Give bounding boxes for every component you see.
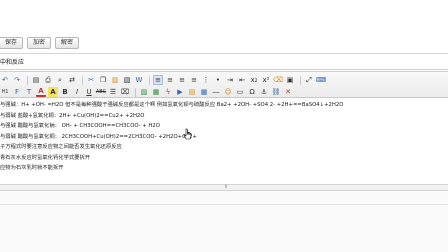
underline-icon[interactable]: U	[84, 87, 94, 97]
align-justify-icon[interactable]: ≡	[189, 75, 199, 85]
unlink-icon[interactable]: ✕	[283, 87, 293, 97]
strikethrough-icon[interactable]: ABC	[96, 87, 106, 97]
mouse-cursor-icon	[183, 128, 192, 140]
table-icon[interactable]: ▦	[199, 87, 209, 97]
unordered-list-icon[interactable]: •	[213, 75, 223, 85]
emoticon-icon[interactable]: ☺	[223, 87, 233, 97]
fullscreen-icon[interactable]: ⤢	[304, 75, 314, 85]
paste-icon[interactable]: ▥	[110, 75, 120, 85]
superscript-icon[interactable]: x²	[261, 75, 271, 85]
ordered-list-icon[interactable]: ⋮	[201, 75, 211, 85]
search-icon[interactable]: ⌕	[55, 75, 65, 85]
content-line: 与强碱：H+ +OH- =H2O 但不是每种强酸于强碱反应都是这个啊 例如氢氧化…	[0, 102, 344, 108]
align-right-icon[interactable]: ≡	[177, 75, 187, 85]
editor-toolbar: ↶ ↷ ▤ ⎙ ⌕ ⇄ ✂ ❐ ▥ ▧ W ≡ ≡ ≡ ≡ ⋮ • ⇥ ⇤ x₂ x² ⌫ ▣ ⤢ ⌨ H1 F T A A B I U ABC…	[0, 71, 448, 98]
encrypt-button[interactable]: 加密	[27, 37, 52, 49]
editor-content[interactable]: 与强碱：H+ +OH- =H2O 但不是每种强酸于强碱反应都是这个啊 例如氢氧化…	[0, 99, 448, 184]
image-icon[interactable]: ▨	[139, 87, 149, 97]
align-left-icon[interactable]: ≡	[153, 75, 163, 85]
cut-icon[interactable]: ✂	[86, 75, 96, 85]
bottom-area	[0, 191, 448, 252]
copy-icon[interactable]: ❐	[98, 75, 108, 85]
replace-icon[interactable]: ⇄	[67, 75, 77, 85]
content-line: 青石灰水反应时氢氧化钙化学式要拆开	[0, 154, 91, 161]
special-char-icon[interactable]: Ω	[247, 87, 257, 97]
resize-handle[interactable]: ⇕	[0, 184, 448, 191]
select-all-icon[interactable]: ▣	[285, 75, 295, 85]
divider	[0, 53, 448, 54]
page-break-icon[interactable]: ▭	[235, 87, 245, 97]
note-title-input[interactable]: 中和反应	[0, 57, 448, 70]
clear-format-icon[interactable]: ⌫	[273, 75, 283, 85]
remove-format-icon[interactable]: ⌧	[120, 87, 130, 97]
print-icon[interactable]: ⎙	[43, 75, 53, 85]
save-button[interactable]: 保存	[0, 37, 24, 49]
indent-icon[interactable]: ⇥	[225, 75, 235, 85]
undo-icon[interactable]: ↶	[0, 75, 10, 85]
align-center-icon[interactable]: ≡	[165, 75, 175, 85]
media-icon[interactable]: ▶	[175, 87, 185, 97]
insert-file-icon[interactable]: ▤	[187, 87, 197, 97]
subscript-icon[interactable]: x₂	[249, 75, 259, 85]
top-area	[0, 0, 448, 30]
italic-icon[interactable]: I	[72, 87, 82, 97]
toolbar-separator	[149, 75, 150, 85]
line-height-icon[interactable]: ☰	[108, 87, 118, 97]
toolbar-separator	[27, 75, 28, 85]
toolbar-row-2: H1 F T A A B I U ABC ☰ ⌧ ▨ ▦ ϟ ▶ ▤ ▦ ― ☺ ▭ Ω ⚓ ⛓ ✕	[0, 86, 295, 98]
toolbar-separator	[82, 75, 83, 85]
multi-image-icon[interactable]: ▦	[151, 87, 161, 97]
decrypt-button[interactable]: 解密	[55, 37, 80, 49]
toolbar-separator	[135, 87, 136, 97]
outdent-icon[interactable]: ⇤	[237, 75, 247, 85]
bold-icon[interactable]: B	[60, 87, 70, 97]
content-line: 子方程式时要注意反应物之间能否发生氧化还原反应	[0, 144, 122, 150]
toolbar-separator	[300, 75, 301, 85]
action-buttons: 保存 加密 解密	[0, 36, 83, 50]
redo-icon[interactable]: ↷	[12, 75, 22, 85]
content-line: 与弱碱 盐酸+氢氧化铜：2H+ +Cu(OH)2==Cu2+ +2H2O	[0, 112, 145, 119]
content-line: 与弱碱 醋酸与氢氧化铜： 2CH3COOH+Cu(OH)2==2CH3COO- …	[0, 133, 197, 140]
horizontal-rule-icon[interactable]: ―	[211, 87, 221, 97]
link-icon[interactable]: ⛓	[271, 87, 281, 97]
anchor-icon[interactable]: ⚓	[259, 87, 269, 97]
divider	[0, 204, 448, 205]
resize-grip-icon: ⇕	[223, 184, 229, 190]
font-color-icon[interactable]: A	[36, 87, 46, 97]
paste-word-icon[interactable]: W	[134, 75, 144, 85]
highlight-icon[interactable]: A	[48, 87, 58, 97]
toolbar-row-1: ↶ ↷ ▤ ⎙ ⌕ ⇄ ✂ ❐ ▥ ▧ W ≡ ≡ ≡ ≡ ⋮ • ⇥ ⇤ x₂ x² ⌫ ▣ ⤢ ⌨	[0, 74, 328, 86]
format-block-icon[interactable]: H1	[0, 87, 10, 97]
font-family-icon[interactable]: F	[12, 87, 22, 97]
content-line: 应物为石灰乳时就不能拆开	[0, 165, 64, 171]
content-line: 与强碱 醋酸与氢氧化钠： OH- + CH3COOH==CH3COO- + H2…	[0, 123, 160, 129]
flash-icon[interactable]: ϟ	[163, 87, 173, 97]
preview-icon[interactable]: ▤	[31, 75, 41, 85]
paste-text-icon[interactable]: ▧	[122, 75, 132, 85]
source-icon[interactable]: ⌨	[316, 75, 326, 85]
font-size-icon[interactable]: T	[24, 87, 34, 97]
